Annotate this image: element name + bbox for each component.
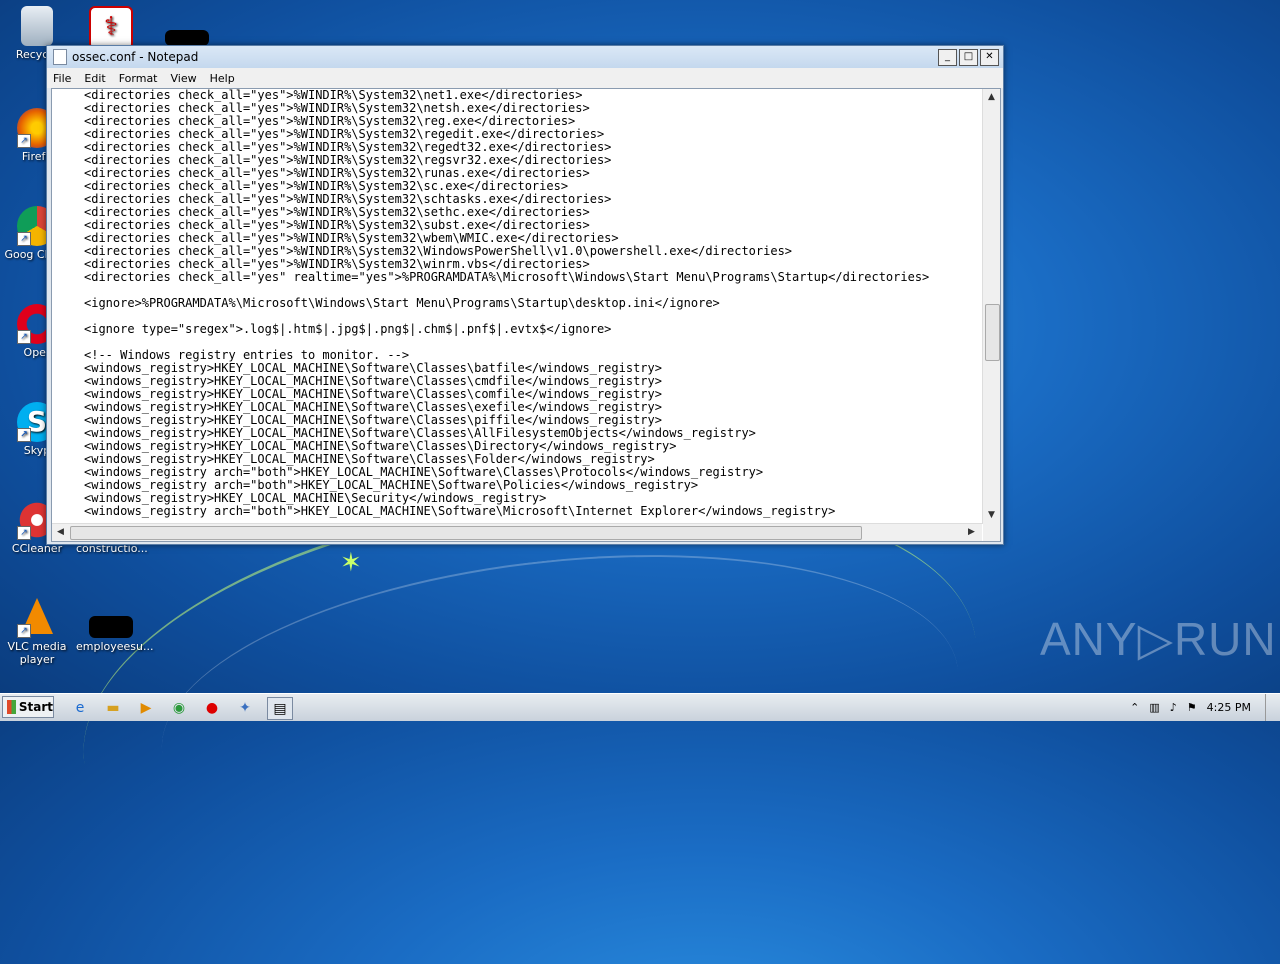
menu-help[interactable]: Help (210, 72, 235, 85)
vertical-scrollbar[interactable]: ▲ ▼ (982, 89, 1000, 524)
shortcut-arrow-icon: ↗ (17, 428, 31, 442)
horizontal-scrollbar[interactable]: ◀ ▶ (52, 523, 982, 541)
text-content[interactable]: <directories check_all="yes">%WINDIR%\Sy… (52, 89, 982, 524)
vlc-icon: ↗ (17, 598, 57, 638)
system-tray: ⌃ ▥ ♪ ⚑ 4:25 PM (1130, 694, 1280, 721)
desktop-icon-label: employeesu... (76, 640, 154, 653)
scroll-up-icon[interactable]: ▲ (984, 90, 999, 105)
taskbar-notepad-icon[interactable]: ▤ (267, 697, 293, 720)
minimize-button[interactable]: _ (938, 48, 957, 66)
menu-bar: File Edit Format View Help (47, 68, 1003, 88)
tray-expand-icon[interactable]: ⌃ (1130, 701, 1139, 714)
show-desktop-button[interactable] (1265, 694, 1280, 721)
shortcut-arrow-icon: ↗ (17, 624, 31, 638)
taskbar-opera-icon[interactable]: ● (200, 697, 224, 718)
maximize-button[interactable]: □ (959, 48, 978, 66)
taskbar-app-icon[interactable]: ✦ (233, 697, 257, 718)
text-line[interactable]: <windows_registry arch="both">HKEY_LOCAL… (52, 505, 982, 518)
window-title: ossec.conf - Notepad (72, 50, 199, 64)
shortcut-arrow-icon: ↗ (17, 526, 31, 540)
shortcut-arrow-icon: ↗ (17, 232, 31, 246)
taskbar: Start e ▬ ▶ ◉ ● ✦ ▤ ⌃ ▥ ♪ ⚑ 4:25 PM (0, 693, 1280, 721)
notepad-icon (53, 49, 67, 65)
anyrun-watermark: ANY▷RUN (1040, 613, 1277, 665)
vertical-scroll-thumb[interactable] (985, 304, 1000, 361)
horizontal-scroll-thumb[interactable] (70, 526, 862, 540)
desktop-icon-label: VLC media player (7, 640, 67, 666)
scroll-left-icon[interactable]: ◀ (53, 525, 68, 540)
title-bar[interactable]: ossec.conf - Notepad _ □ ✕ (47, 46, 1003, 68)
recycle-bin-icon (21, 6, 53, 46)
redacted-thumbnail-icon (165, 30, 209, 46)
shortcut-arrow-icon: ↗ (17, 330, 31, 344)
menu-view[interactable]: View (171, 72, 197, 85)
scroll-right-icon[interactable]: ▶ (964, 525, 979, 540)
taskbar-ie-icon[interactable]: e (68, 697, 92, 718)
clock[interactable]: 4:25 PM (1207, 701, 1251, 714)
text-editor[interactable]: <directories check_all="yes">%WINDIR%\Sy… (51, 88, 1001, 542)
menu-edit[interactable]: Edit (84, 72, 105, 85)
tray-network-icon[interactable]: ▥ (1149, 701, 1159, 714)
desktop-icon-employees[interactable]: employeesu... (76, 598, 154, 653)
close-button[interactable]: ✕ (980, 48, 999, 66)
menu-file[interactable]: File (53, 72, 71, 85)
notepad-window[interactable]: ossec.conf - Notepad _ □ ✕ File Edit For… (46, 45, 1004, 545)
text-line[interactable]: <ignore type="sregex">.log$|.htm$|.jpg$|… (52, 323, 982, 336)
scroll-down-icon[interactable]: ▼ (984, 508, 999, 523)
acrobat-icon: ⚕ (89, 6, 133, 50)
text-line[interactable]: <ignore>%PROGRAMDATA%\Microsoft\Windows\… (52, 297, 982, 310)
redacted-thumbnail-icon (89, 616, 133, 638)
tray-volume-icon[interactable]: ♪ (1170, 701, 1177, 714)
taskbar-media-player-icon[interactable]: ▶ (134, 697, 158, 718)
scrollbar-corner (983, 524, 1000, 541)
windows-logo-icon (7, 700, 16, 714)
text-line[interactable]: <directories check_all="yes" realtime="y… (52, 271, 982, 284)
start-button[interactable]: Start (2, 696, 54, 718)
tray-flag-icon[interactable]: ⚑ (1187, 701, 1197, 714)
desktop-icon-vlc[interactable]: ↗ VLC media player (2, 598, 72, 666)
menu-format[interactable]: Format (119, 72, 158, 85)
shortcut-arrow-icon: ↗ (17, 134, 31, 148)
start-label: Start (18, 700, 53, 714)
wallpaper-logo-icon: ✶ (340, 548, 362, 578)
taskbar-chrome-icon[interactable]: ◉ (167, 697, 191, 718)
taskbar-explorer-icon[interactable]: ▬ (101, 697, 125, 718)
